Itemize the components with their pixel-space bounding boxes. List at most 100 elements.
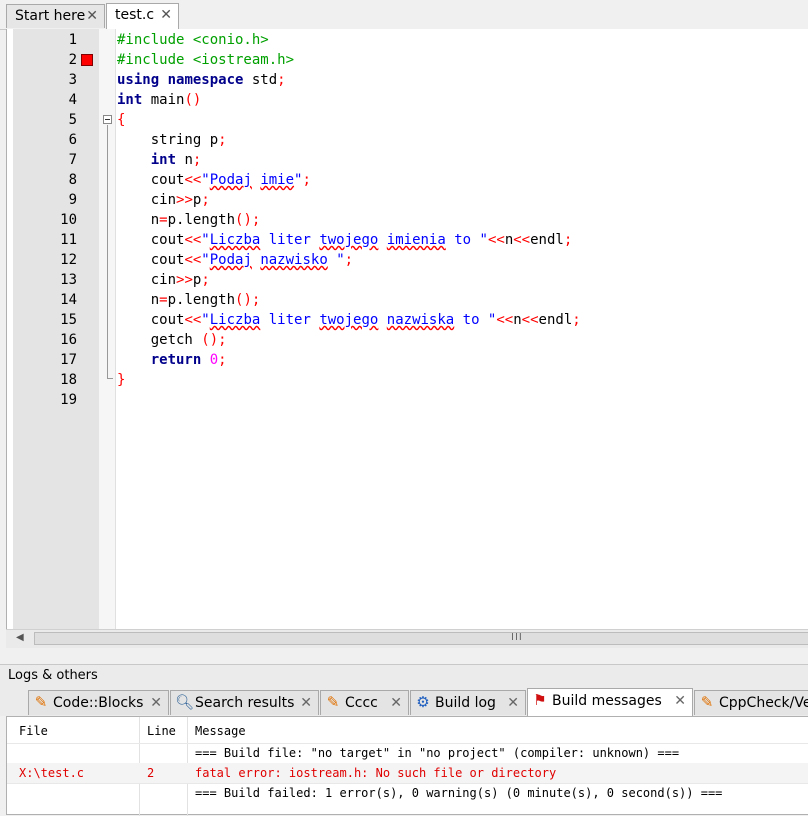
tab-code-blocks[interactable]: ✎ Code::Blocks ✕ — [28, 690, 169, 715]
line-number: 11 — [60, 232, 77, 248]
close-icon[interactable]: ✕ — [150, 691, 162, 715]
tab-label: Build messages — [552, 693, 662, 709]
line-number: 18 — [60, 372, 77, 388]
code-text: cout<<"Liczba liter twojego nazwiska to … — [117, 312, 581, 328]
table-header: File Line Message — [7, 721, 808, 741]
close-icon[interactable]: ✕ — [300, 691, 312, 715]
line-number: 2 — [68, 52, 77, 68]
code-line: 16 getch (); — [7, 330, 808, 350]
code-text: { — [117, 112, 126, 128]
code-text: cin>>p; — [117, 192, 210, 208]
code-line: 15 cout<<"Liczba liter twojego nazwiska … — [7, 310, 808, 330]
editor-tab-bar: Start here ✕ test.c ✕ — [0, 0, 808, 30]
close-icon[interactable]: ✕ — [86, 5, 98, 27]
code-text: #include <conio.h> — [117, 32, 269, 48]
line-number: 9 — [68, 192, 77, 208]
code-text: cout<<"Podaj nazwisko "; — [117, 252, 354, 268]
row-line: 2 — [147, 766, 155, 780]
line-number: 6 — [68, 132, 77, 148]
tab-cppcheck[interactable]: ✎ CppCheck/Ve — [694, 690, 808, 715]
row-message: fatal error: iostream.h: No such file or… — [195, 766, 557, 780]
column-header-file[interactable]: File — [19, 721, 48, 741]
close-icon[interactable]: ✕ — [160, 4, 172, 26]
line-number: 10 — [60, 212, 77, 228]
code-line: 11 cout<<"Liczba liter twojego imienia t… — [7, 230, 808, 250]
code-line: 13 cin>>p; — [7, 270, 808, 290]
line-number: 19 — [60, 392, 77, 408]
scrollbar-grip: III — [511, 632, 523, 643]
code-text: getch (); — [117, 332, 227, 348]
code-line: 17 return 0; — [7, 350, 808, 370]
scrollbar-thumb[interactable]: III — [34, 632, 808, 645]
code-editor[interactable]: 1 #include <conio.h> 2 #include <iostrea… — [6, 29, 808, 629]
code-text: return 0; — [150, 352, 227, 368]
code-text: #include <iostream.h> — [117, 52, 295, 68]
code-text: n=p.length(); — [117, 212, 261, 228]
breakpoint-marker-icon[interactable] — [81, 54, 93, 66]
page-pencil-icon: ✎ — [326, 693, 340, 711]
code-line: 5 { — [7, 110, 808, 130]
code-line: 10 n=p.length(); — [7, 210, 808, 230]
line-number: 1 — [68, 32, 77, 48]
code-text: n=p.length(); — [117, 292, 261, 308]
line-number: 13 — [60, 272, 77, 288]
tab-start-here[interactable]: Start here ✕ — [6, 4, 105, 28]
line-number: 4 — [68, 92, 77, 108]
row-message: === Build failed: 1 error(s), 0 warning(… — [195, 786, 723, 800]
line-number: 16 — [60, 332, 77, 348]
scroll-left-arrow-icon[interactable]: ◀ — [16, 632, 24, 643]
tab-label: Search results — [195, 695, 295, 711]
code-text: cout<<"Podaj imie"; — [117, 172, 311, 188]
line-number: 14 — [60, 292, 77, 308]
code-text: using namespace std; — [117, 72, 286, 88]
row-file: X:\test.c — [19, 766, 85, 780]
code-line: 12 cout<<"Podaj nazwisko "; — [7, 250, 808, 270]
line-number: 3 — [68, 72, 77, 88]
code-text: int main() — [117, 92, 202, 108]
table-row-error[interactable]: X:\test.c 2 fatal error: iostream.h: No … — [7, 763, 808, 783]
code-line: 8 cout<<"Podaj imie"; — [7, 170, 808, 190]
code-line: 6 string p; — [7, 130, 808, 150]
column-header-line[interactable]: Line — [147, 721, 176, 741]
code-line: 3 using namespace std; — [7, 70, 808, 90]
line-number: 8 — [68, 172, 77, 188]
code-line: 7 int n; — [7, 150, 808, 170]
column-header-message[interactable]: Message — [195, 721, 246, 741]
tab-search-results[interactable]: 🔍︎ Search results ✕ — [170, 690, 319, 715]
code-line: 18 } — [7, 370, 808, 390]
tab-build-messages[interactable]: ⚑ Build messages ✕ — [527, 688, 693, 716]
line-number: 15 — [60, 312, 77, 328]
close-icon[interactable]: ✕ — [390, 691, 402, 715]
tab-test-c[interactable]: test.c ✕ — [106, 3, 179, 29]
code-line: 2 #include <iostream.h> — [7, 50, 808, 70]
line-number: 17 — [60, 352, 77, 368]
code-line: 19 — [7, 390, 808, 410]
horizontal-scrollbar[interactable]: ◀ III — [6, 629, 808, 648]
code-text: string p; — [117, 132, 227, 148]
close-icon[interactable]: ✕ — [507, 691, 519, 715]
table-row[interactable]: === Build failed: 1 error(s), 0 warning(… — [7, 783, 808, 803]
tab-label: Build log — [435, 695, 496, 711]
tab-build-log[interactable]: ⚙ Build log ✕ — [410, 690, 526, 715]
table-row[interactable]: === Build file: "no target" in "no proje… — [7, 743, 808, 763]
code-text: cin>>p; — [117, 272, 210, 288]
tab-label: Cccc — [345, 695, 378, 711]
close-icon[interactable]: ✕ — [674, 689, 686, 713]
line-number: 5 — [68, 112, 77, 128]
page-pencil-icon: ✎ — [34, 693, 48, 711]
gear-icon: ⚙ — [416, 693, 430, 711]
pushpin-icon: ⚑ — [533, 691, 547, 709]
row-message: === Build file: "no target" in "no proje… — [195, 746, 680, 760]
tab-label: Code::Blocks — [53, 695, 144, 711]
line-number: 7 — [68, 152, 77, 168]
code-line: 1 #include <conio.h> — [7, 30, 808, 50]
code-text: cout<<"Liczba liter twojego imienia to "… — [117, 232, 573, 248]
tab-label: CppCheck/Ve — [719, 695, 808, 711]
code-text: } — [117, 372, 126, 388]
tab-cccc[interactable]: ✎ Cccc ✕ — [320, 690, 409, 715]
code-line: 9 cin>>p; — [7, 190, 808, 210]
code-line: 14 n=p.length(); — [7, 290, 808, 310]
tab-label: Start here — [15, 8, 86, 24]
logs-panel-title: Logs & others — [0, 664, 808, 686]
logs-tab-bar: ✎ Code::Blocks ✕ 🔍︎ Search results ✕ ✎ C… — [0, 686, 808, 716]
